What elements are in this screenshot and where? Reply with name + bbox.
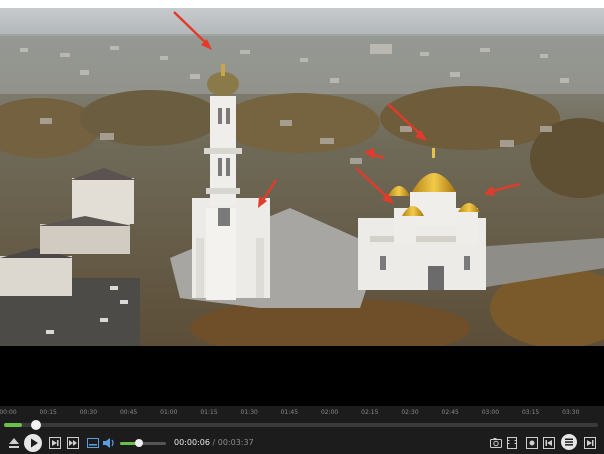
volume-button[interactable] [101,435,117,451]
timeline-label: 00:15 [39,409,57,416]
seek-thumb[interactable] [30,420,41,430]
distant-city [0,34,604,94]
timeline-label: 00:45 [119,409,138,416]
timeline-label: 01:15 [200,409,218,416]
current-time: 00:00:06 [174,438,210,447]
total-time: 00:03:37 [217,438,254,447]
time-readout: 00:00:06 / 00:03:37 [174,438,254,447]
playlist-button[interactable] [560,433,578,451]
bottom-toolbar: 00:00:06 / 00:03:37 [0,432,604,454]
subtitle-button[interactable] [85,435,101,451]
timeline-label: 00:00 [0,409,17,416]
timeline-label: 03:30 [562,409,580,416]
timeline-label: 01:00 [160,409,178,416]
timeline-label: 03:00 [481,409,500,416]
step-forward-button[interactable] [47,435,63,451]
playlist-icon [561,434,577,450]
low-building [0,256,72,296]
timeline-label: 01:45 [280,409,299,416]
screenshot-icon [490,438,502,448]
screenshot-button[interactable] [488,435,504,451]
settings-icon [526,437,538,449]
film-button[interactable] [504,435,520,451]
step-forward-icon [49,437,61,449]
timeline-labels: 00:00 00:15 00:30 00:45 01:00 01:15 01:30 01:45… [0,409,604,419]
time-separator: / [212,438,216,447]
film-icon [507,437,517,449]
previous-icon [543,437,555,449]
volume-slider[interactable] [120,439,166,447]
subtitle-icon [87,438,99,448]
video-frame[interactable] [0,8,604,346]
fast-forward-button[interactable] [65,435,81,451]
seek-progress [4,423,22,427]
aerial-church-scene [0,8,604,346]
letterbox [0,346,604,406]
timeline-label: 02:00 [320,409,339,416]
control-panel: 00:00 00:15 00:30 00:45 01:00 01:15 01:30 01:45… [0,406,604,454]
timeline-label: 01:30 [240,409,258,416]
volume-thumb[interactable] [135,439,144,447]
next-button[interactable] [582,435,598,451]
timeline-label: 00:30 [79,409,98,416]
next-icon [584,437,596,449]
timeline-label: 03:15 [521,409,540,416]
play-button[interactable] [23,433,43,453]
eject-icon [9,438,19,448]
timeline-label: 02:45 [441,409,459,416]
timeline-label: 02:30 [401,409,419,416]
previous-button[interactable] [541,435,557,451]
seek-bar[interactable] [4,420,598,430]
fast-forward-icon [67,437,79,449]
settings-button[interactable] [524,435,540,451]
eject-button[interactable] [6,435,22,451]
video-player-window: 00:00 00:15 00:30 00:45 01:00 01:15 01:30 01:45… [0,0,604,454]
play-icon [24,434,42,452]
timeline-label: 02:15 [361,409,379,416]
volume-icon [103,438,114,448]
